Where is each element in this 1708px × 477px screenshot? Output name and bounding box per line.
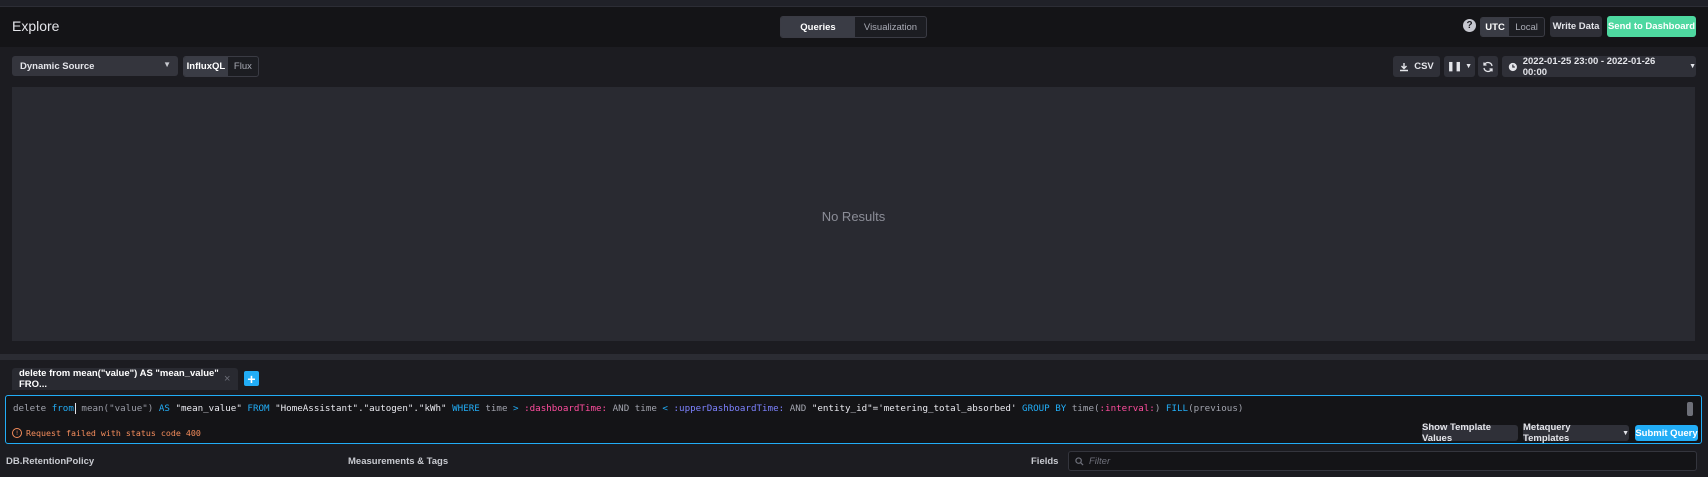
- submit-query-button[interactable]: Submit Query: [1635, 425, 1698, 441]
- query-tab[interactable]: delete from mean("value") AS "mean_value…: [12, 368, 238, 390]
- code-keyword: FROM: [247, 403, 270, 414]
- tab-queries[interactable]: Queries: [781, 17, 855, 37]
- metaquery-templates-label: Metaquery Templates: [1523, 422, 1571, 444]
- code-string: "entity_id"='metering_total_absorbed': [811, 403, 1017, 414]
- code-template-var: :upperDashboardTime:: [673, 403, 785, 414]
- show-template-values-button[interactable]: Show Template Values: [1422, 422, 1518, 444]
- add-query-button[interactable]: +: [244, 371, 259, 386]
- send-to-dashboard-button[interactable]: Send to Dashboard: [1607, 16, 1696, 37]
- lang-influxql[interactable]: InfluxQL: [184, 57, 228, 76]
- time-range-label: 2022-01-25 23:00 - 2022-01-26 00:00: [1522, 55, 1656, 78]
- write-data-button[interactable]: Write Data: [1550, 16, 1602, 37]
- code-token: AND time: [607, 403, 663, 414]
- tab-visualization[interactable]: Visualization: [855, 17, 926, 37]
- warning-icon: !: [12, 428, 22, 438]
- pause-dropdown[interactable]: ❚❚ ▼: [1444, 56, 1475, 77]
- csv-download-button[interactable]: CSV: [1393, 56, 1440, 77]
- timezone-utc[interactable]: UTC: [1481, 18, 1510, 36]
- code-keyword: GROUP BY: [1022, 403, 1067, 414]
- time-range-dropdown[interactable]: 2022-01-25 23:00 - 2022-01-26 00:00 ▼: [1502, 55, 1696, 78]
- timezone-toggle: UTC Local: [1480, 17, 1545, 37]
- query-tab-label: delete from mean("value") AS "mean_value…: [19, 368, 219, 390]
- download-icon: [1400, 62, 1409, 71]
- chevron-down-icon: ▼: [1465, 63, 1473, 70]
- fields-filter-input[interactable]: Filter: [1068, 451, 1697, 471]
- source-label: Dynamic Source: [20, 60, 95, 72]
- code-token: delete: [13, 403, 52, 414]
- code-keyword: FILL: [1165, 403, 1189, 414]
- code-token: mean("value"): [75, 403, 159, 414]
- source-dropdown[interactable]: Dynamic Source ▼: [12, 56, 178, 76]
- code-keyword: AS: [158, 403, 170, 414]
- error-text: Request failed with status code 400: [26, 428, 201, 438]
- code-template-var: :interval:: [1099, 403, 1155, 414]
- view-tabs: Queries Visualization: [780, 16, 927, 38]
- filter-placeholder: Filter: [1089, 455, 1111, 467]
- code-token: AND: [784, 403, 812, 414]
- error-message: ! Request failed with status code 400: [12, 428, 201, 438]
- results-panel: No Results: [12, 87, 1695, 341]
- measurements-tags-label: Measurements & Tags: [348, 456, 449, 467]
- db-retention-policy-label: DB.RetentionPolicy: [6, 456, 95, 467]
- top-strip: [0, 0, 1708, 7]
- fields-label: Fields: [1031, 456, 1059, 467]
- editor-scrollbar[interactable]: [1687, 402, 1693, 416]
- refresh-icon: [1483, 61, 1493, 72]
- search-icon: [1075, 456, 1084, 466]
- chevron-down-icon: ▼: [163, 60, 171, 69]
- clock-icon: [1508, 62, 1517, 71]
- resize-divider[interactable]: [0, 354, 1708, 360]
- code-token: ): [1154, 403, 1166, 414]
- refresh-button[interactable]: [1478, 56, 1498, 77]
- csv-label: CSV: [1414, 61, 1434, 72]
- code-string: "mean_value": [175, 403, 242, 414]
- pause-icon: ❚❚: [1446, 61, 1463, 71]
- chevron-down-icon: ▼: [1622, 429, 1629, 437]
- help-icon[interactable]: ?: [1463, 19, 1476, 32]
- chevron-down-icon: ▼: [1689, 63, 1696, 70]
- page-title: Explore: [12, 18, 60, 34]
- code-keyword: WHERE: [452, 403, 480, 414]
- no-results-text: No Results: [821, 209, 886, 224]
- query-code[interactable]: delete from mean("value") AS "mean_value…: [13, 403, 1243, 414]
- timezone-local[interactable]: Local: [1509, 18, 1544, 36]
- query-language-toggle: InfluxQL Flux: [183, 56, 259, 77]
- code-token: (previous): [1188, 403, 1244, 414]
- code-template-var: :dashboardTime:: [524, 403, 608, 414]
- code-keyword: from: [51, 403, 74, 414]
- lang-flux[interactable]: Flux: [228, 57, 258, 76]
- metaquery-templates-dropdown[interactable]: Metaquery Templates ▼: [1523, 422, 1629, 444]
- code-string: "HomeAssistant"."autogen"."kWh": [275, 403, 447, 414]
- close-icon[interactable]: ×: [224, 373, 230, 385]
- code-token: time: [479, 403, 514, 414]
- code-token: time(: [1066, 403, 1100, 414]
